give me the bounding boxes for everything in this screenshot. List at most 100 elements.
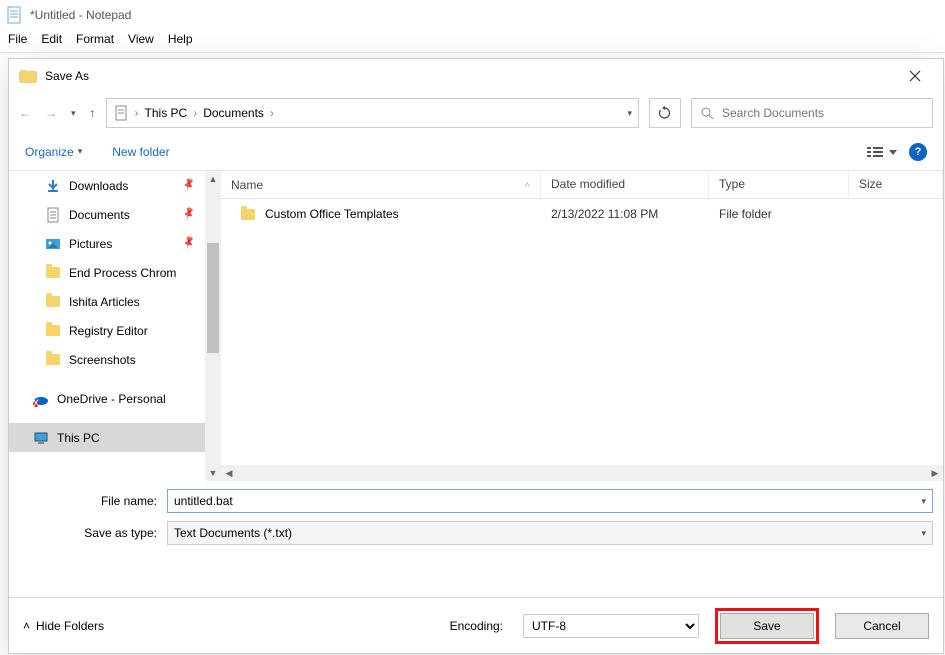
hide-folders-button[interactable]: ˄ Hide Folders xyxy=(23,619,104,633)
search-box[interactable] xyxy=(691,98,933,128)
forward-button[interactable]: → xyxy=(45,106,57,120)
crumb-documents[interactable]: Documents xyxy=(203,106,264,120)
file-name-field[interactable]: ▾ xyxy=(167,489,933,513)
col-date[interactable]: Date modified xyxy=(541,171,709,198)
toolbar: Organize▾ New folder ? xyxy=(9,133,943,171)
folder-icon xyxy=(45,294,61,310)
crumb-thispc[interactable]: This PC xyxy=(145,106,188,120)
menu-file[interactable]: File xyxy=(8,32,27,46)
encoding-label: Encoding: xyxy=(450,619,503,633)
menu-view[interactable]: View xyxy=(128,32,154,46)
row-name: Custom Office Templates xyxy=(265,207,399,221)
save-type-label: Save as type: xyxy=(19,526,167,540)
address-dropdown[interactable]: ▾ xyxy=(627,108,632,119)
tree-item-label: End Process Chrom xyxy=(69,266,176,280)
file-name-row: File name: ▾ xyxy=(19,489,933,513)
tree-item-label: Pictures xyxy=(69,237,112,251)
scroll-thumb[interactable] xyxy=(207,243,219,353)
folder-icon xyxy=(45,352,61,368)
tree-item-label: Registry Editor xyxy=(69,324,148,338)
window-title: *Untitled - Notepad xyxy=(30,8,131,22)
pic-icon xyxy=(45,236,61,252)
tree-item-end-process-chrom[interactable]: End Process Chrom xyxy=(9,258,205,287)
tree-item-ishita-articles[interactable]: Ishita Articles xyxy=(9,287,205,316)
notepad-icon xyxy=(6,6,24,24)
dialog-title: Save As xyxy=(45,69,89,83)
recent-dropdown[interactable]: ▾ xyxy=(71,108,76,119)
doc-icon xyxy=(45,207,61,223)
doc-icon xyxy=(113,105,129,121)
chevron-down-icon[interactable]: ▾ xyxy=(921,496,926,507)
search-input[interactable] xyxy=(722,106,924,120)
list-scrollbar-h[interactable]: ◀ ▶ xyxy=(221,465,943,481)
menu-edit[interactable]: Edit xyxy=(41,32,62,46)
cancel-button[interactable]: Cancel xyxy=(835,613,929,639)
tree-scrollbar[interactable]: ▲ ▼ xyxy=(205,171,221,481)
folder-icon xyxy=(45,323,61,339)
chevron-down-icon[interactable]: ▾ xyxy=(921,528,926,539)
dialog-title-bar: Save As xyxy=(9,59,943,93)
row-type: File folder xyxy=(709,207,849,221)
list-header: Name˄ Date modified Type Size xyxy=(221,171,943,199)
folder-icon xyxy=(45,265,61,281)
encoding-select[interactable]: UTF-8 xyxy=(523,614,699,638)
save-highlight: Save xyxy=(715,608,819,644)
refresh-button[interactable] xyxy=(649,98,681,128)
thispc-icon xyxy=(33,430,49,446)
chevron-down-icon: ▾ xyxy=(78,146,83,157)
col-name[interactable]: Name˄ xyxy=(221,171,541,198)
scroll-down-icon[interactable]: ▼ xyxy=(205,465,221,481)
save-button[interactable]: Save xyxy=(720,613,814,639)
save-type-field[interactable]: Text Documents (*.txt) ▾ xyxy=(167,521,933,545)
col-size[interactable]: Size xyxy=(849,171,943,198)
menu-help[interactable]: Help xyxy=(168,32,193,46)
list-row[interactable]: Custom Office Templates 2/13/2022 11:08 P… xyxy=(221,199,943,229)
scroll-right-icon[interactable]: ▶ xyxy=(927,465,943,481)
body-area: Downloads Documents Pictures End Process Ch… xyxy=(9,171,943,481)
onedrive-icon: x xyxy=(33,391,49,407)
tree-item-registry-editor[interactable]: Registry Editor xyxy=(9,316,205,345)
chevron-up-icon: ˄ xyxy=(23,619,30,633)
scroll-left-icon[interactable]: ◀ xyxy=(221,465,237,481)
tree-item-label: Screenshots xyxy=(69,353,136,367)
help-button[interactable]: ? xyxy=(909,143,927,161)
file-name-input[interactable] xyxy=(174,494,921,508)
row-date: 2/13/2022 11:08 PM xyxy=(541,207,709,221)
download-icon xyxy=(45,178,61,194)
sort-icon: ˄ xyxy=(525,180,530,190)
save-type-row: Save as type: Text Documents (*.txt) ▾ xyxy=(19,521,933,545)
close-button[interactable] xyxy=(897,63,933,89)
save-as-dialog: Save As ← → ▾ ↑ › This PC › Documents › … xyxy=(8,58,944,654)
back-button[interactable]: ← xyxy=(19,106,31,120)
tree-item-onedrive-personal[interactable]: x OneDrive - Personal xyxy=(9,384,205,413)
up-button[interactable]: ↑ xyxy=(90,106,96,120)
organize-button[interactable]: Organize▾ xyxy=(25,145,82,159)
nav-row: ← → ▾ ↑ › This PC › Documents › ▾ xyxy=(9,93,943,133)
tree-item-label: Downloads xyxy=(69,179,128,193)
col-type[interactable]: Type xyxy=(709,171,849,198)
scroll-up-icon[interactable]: ▲ xyxy=(205,171,221,187)
form-area: File name: ▾ Save as type: Text Document… xyxy=(9,481,943,561)
tree-item-label: Ishita Articles xyxy=(69,295,140,309)
tree-item-label: This PC xyxy=(57,431,100,445)
address-bar[interactable]: › This PC › Documents › ▾ xyxy=(106,98,639,128)
svg-text:x: x xyxy=(33,395,39,407)
window-title-bar: *Untitled - Notepad xyxy=(0,0,945,30)
view-options-button[interactable] xyxy=(867,145,897,159)
folder-icon xyxy=(19,67,37,85)
new-folder-button[interactable]: New folder xyxy=(112,145,169,159)
tree-item-label: Documents xyxy=(69,208,130,222)
tree-item-documents[interactable]: Documents xyxy=(9,200,205,229)
tree-item-downloads[interactable]: Downloads xyxy=(9,171,205,200)
tree-item-this-pc[interactable]: This PC xyxy=(9,423,205,452)
dialog-footer: ˄ Hide Folders Encoding: UTF-8 Save Canc… xyxy=(9,597,943,653)
nav-tree: Downloads Documents Pictures End Process Ch… xyxy=(9,171,205,481)
save-type-value: Text Documents (*.txt) xyxy=(174,526,292,540)
tree-item-screenshots[interactable]: Screenshots xyxy=(9,345,205,374)
tree-item-label: OneDrive - Personal xyxy=(57,392,166,406)
tree-item-pictures[interactable]: Pictures xyxy=(9,229,205,258)
folder-icon xyxy=(241,209,255,220)
menu-format[interactable]: Format xyxy=(76,32,114,46)
file-list: Name˄ Date modified Type Size Custom Off… xyxy=(221,171,943,481)
search-icon xyxy=(700,106,714,120)
